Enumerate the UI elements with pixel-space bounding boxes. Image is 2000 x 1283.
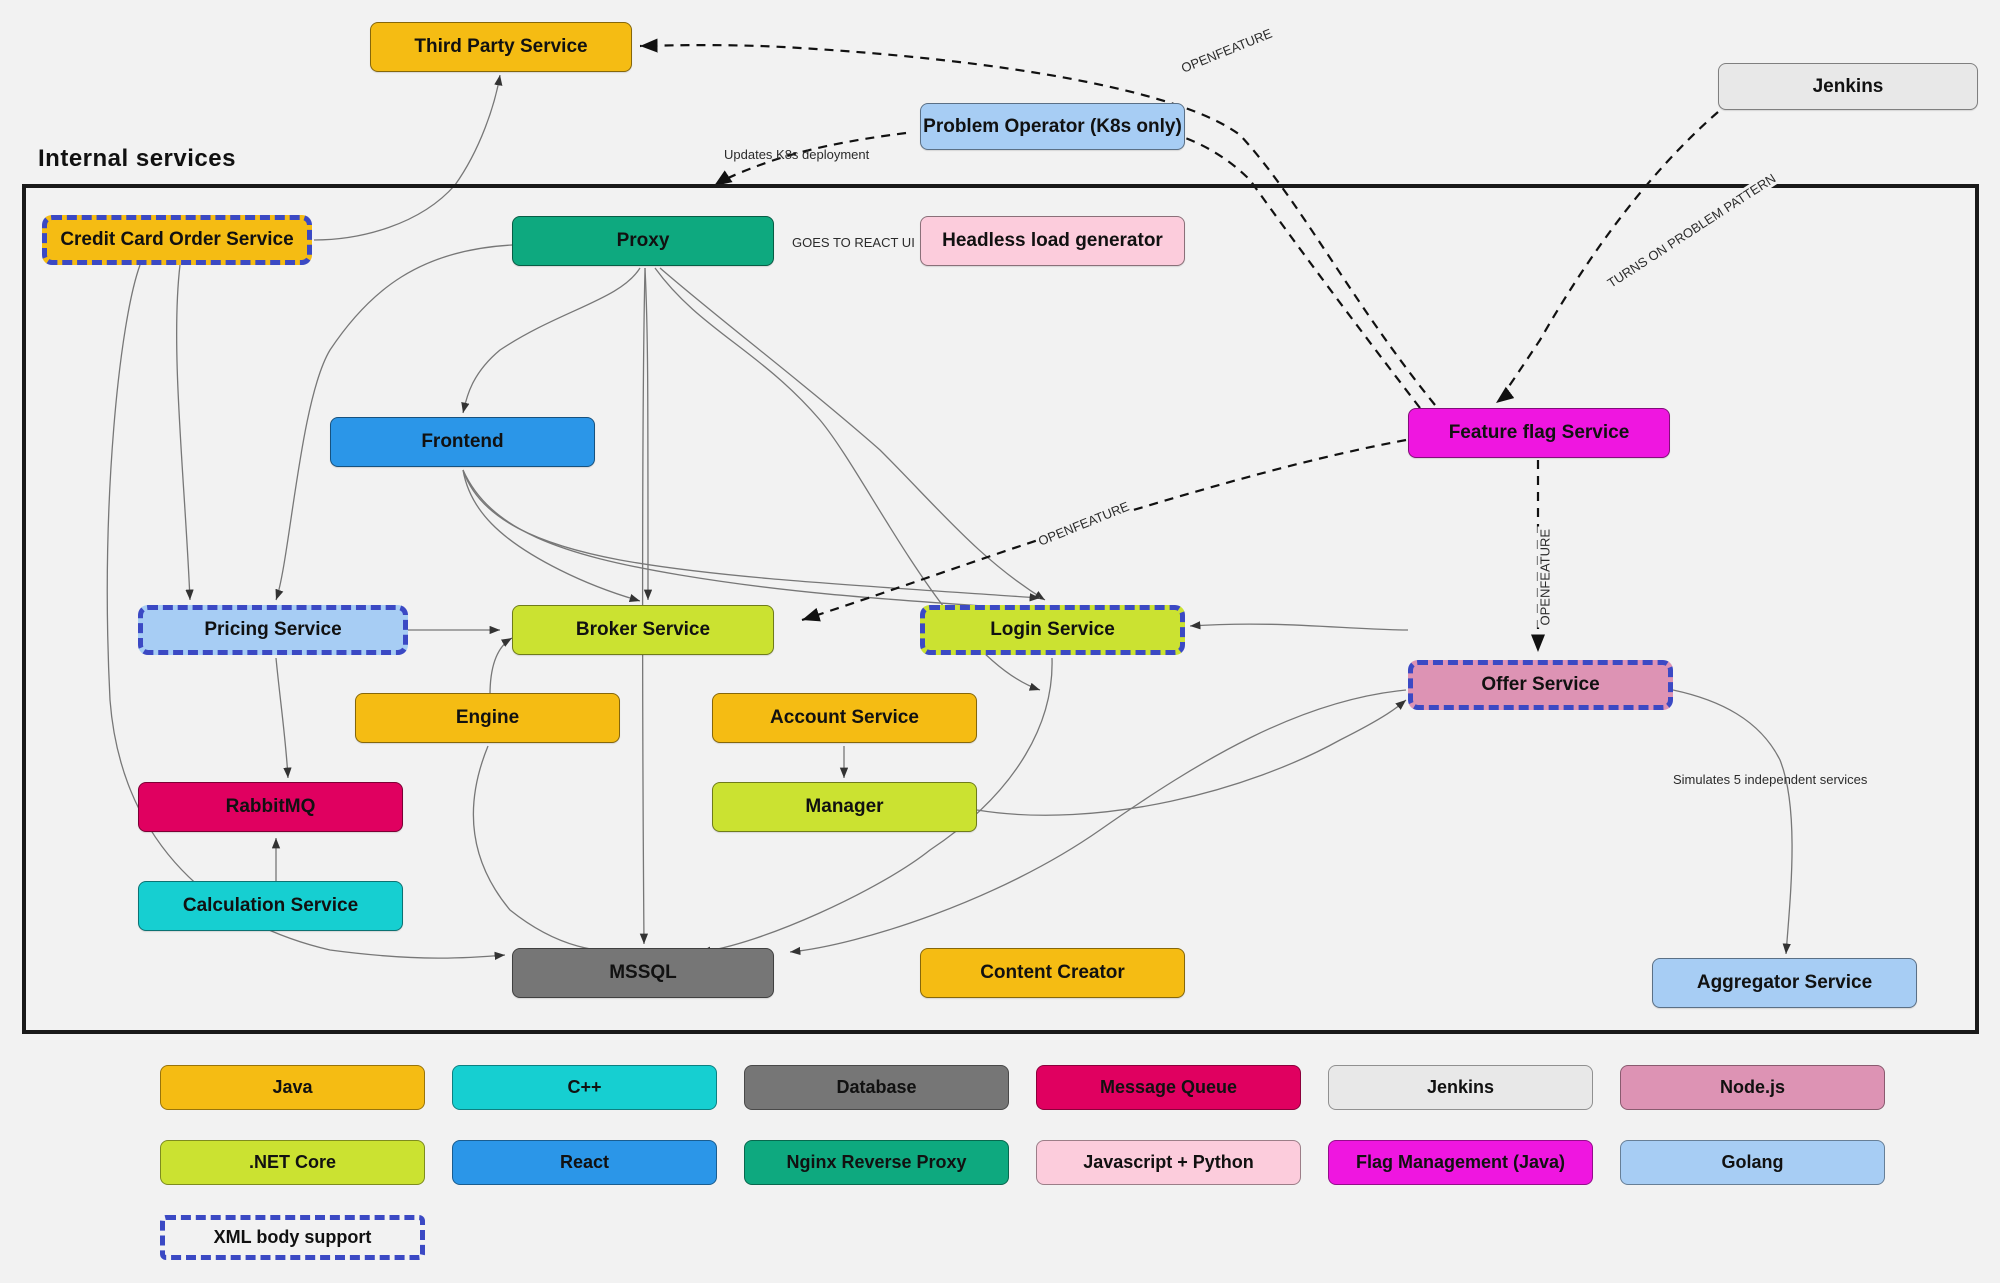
node-label: MSSQL	[609, 962, 677, 984]
edge-label-openfeature-top: OPENFEATURE	[1177, 24, 1277, 77]
node-broker-service[interactable]: Broker Service	[512, 605, 774, 655]
legend-item-label: Node.js	[1719, 1077, 1785, 1097]
legend-xml-body-support[interactable]: XML body support	[160, 1215, 425, 1260]
node-aggregator-service[interactable]: Aggregator Service	[1652, 958, 1917, 1008]
legend-golang[interactable]: Golang	[1620, 1140, 1885, 1185]
node-label: Feature flag Service	[1448, 422, 1630, 444]
node-label: Credit Card Order Service	[60, 229, 294, 251]
legend-item-label: .NET Core	[248, 1152, 336, 1172]
edge-label-goes-to-react-ui: GOES TO REACT UI	[792, 235, 915, 250]
node-label: Jenkins	[1812, 75, 1884, 97]
node-credit-card-order-service[interactable]: Credit Card Order Service	[42, 215, 312, 265]
edge-label-updates-k8s-deployment: Updates K8s deployment	[724, 147, 870, 162]
legend-message-queue[interactable]: Message Queue	[1036, 1065, 1301, 1110]
legend-item-label: Jenkins	[1426, 1077, 1495, 1097]
node-label: RabbitMQ	[225, 796, 316, 818]
node-rabbitmq[interactable]: RabbitMQ	[138, 782, 403, 832]
node-label: Manager	[805, 796, 884, 818]
legend-item-label: C++	[567, 1077, 602, 1097]
legend-item-label: Nginx Reverse Proxy	[786, 1152, 967, 1172]
node-problem-operator[interactable]: Problem Operator (K8s only)	[920, 103, 1185, 150]
legend-nginx[interactable]: Nginx Reverse Proxy	[744, 1140, 1009, 1185]
legend-javascript-python[interactable]: Javascript + Python	[1036, 1140, 1301, 1185]
legend-item-label: XML body support	[213, 1227, 372, 1247]
node-label: Content Creator	[980, 962, 1125, 984]
node-content-creator[interactable]: Content Creator	[920, 948, 1185, 998]
legend-nodejs[interactable]: Node.js	[1620, 1065, 1885, 1110]
legend-java[interactable]: Java	[160, 1065, 425, 1110]
legend-dotnet-core[interactable]: .NET Core	[160, 1140, 425, 1185]
node-calculation-service[interactable]: Calculation Service	[138, 881, 403, 931]
node-label: Problem Operator (K8s only)	[923, 115, 1182, 137]
legend-flag-management[interactable]: Flag Management (Java)	[1328, 1140, 1593, 1185]
node-account-service[interactable]: Account Service	[712, 693, 977, 743]
node-manager[interactable]: Manager	[712, 782, 977, 832]
legend-item-label: Javascript + Python	[1083, 1152, 1254, 1172]
legend-item-label: Database	[836, 1077, 917, 1097]
node-engine[interactable]: Engine	[355, 693, 620, 743]
legend-database[interactable]: Database	[744, 1065, 1009, 1110]
node-label: Aggregator Service	[1696, 972, 1873, 994]
node-proxy[interactable]: Proxy	[512, 216, 774, 266]
edge-label-simulates-note: Simulates 5 independent services	[1673, 772, 1868, 787]
node-label: Engine	[455, 707, 520, 729]
node-login-service[interactable]: Login Service	[920, 605, 1185, 655]
node-third-party-service[interactable]: Third Party Service	[370, 22, 632, 72]
legend-item-label: React	[559, 1152, 610, 1172]
node-jenkins[interactable]: Jenkins	[1718, 63, 1978, 110]
node-label: Headless load generator	[942, 230, 1163, 252]
architecture-diagram: Internal services Third Party Service Pro…	[0, 0, 2000, 1283]
node-mssql[interactable]: MSSQL	[512, 948, 774, 998]
legend-react[interactable]: React	[452, 1140, 717, 1185]
node-label: Broker Service	[575, 619, 711, 641]
node-label: Login Service	[990, 619, 1115, 641]
section-title: Internal services	[38, 145, 236, 172]
node-frontend[interactable]: Frontend	[330, 417, 595, 467]
legend-item-label: Java	[272, 1077, 313, 1097]
node-headless-load-generator[interactable]: Headless load generator	[920, 216, 1185, 266]
node-label: Calculation Service	[182, 895, 359, 917]
node-pricing-service[interactable]: Pricing Service	[138, 605, 408, 655]
edge-label-openfeature-vertical: OPENFEATURE	[1537, 526, 1553, 628]
legend-item-label: Golang	[1721, 1152, 1784, 1172]
node-offer-service[interactable]: Offer Service	[1408, 660, 1673, 710]
node-feature-flag-service[interactable]: Feature flag Service	[1408, 408, 1670, 458]
legend-jenkins[interactable]: Jenkins	[1328, 1065, 1593, 1110]
legend-item-label: Message Queue	[1099, 1077, 1238, 1097]
node-label: Third Party Service	[414, 36, 588, 58]
node-label: Offer Service	[1481, 674, 1600, 696]
node-label: Account Service	[770, 707, 919, 729]
legend-cpp[interactable]: C++	[452, 1065, 717, 1110]
node-label: Frontend	[421, 431, 504, 453]
legend-item-label: Flag Management (Java)	[1355, 1152, 1566, 1172]
node-label: Pricing Service	[204, 619, 342, 641]
node-label: Proxy	[616, 230, 670, 252]
